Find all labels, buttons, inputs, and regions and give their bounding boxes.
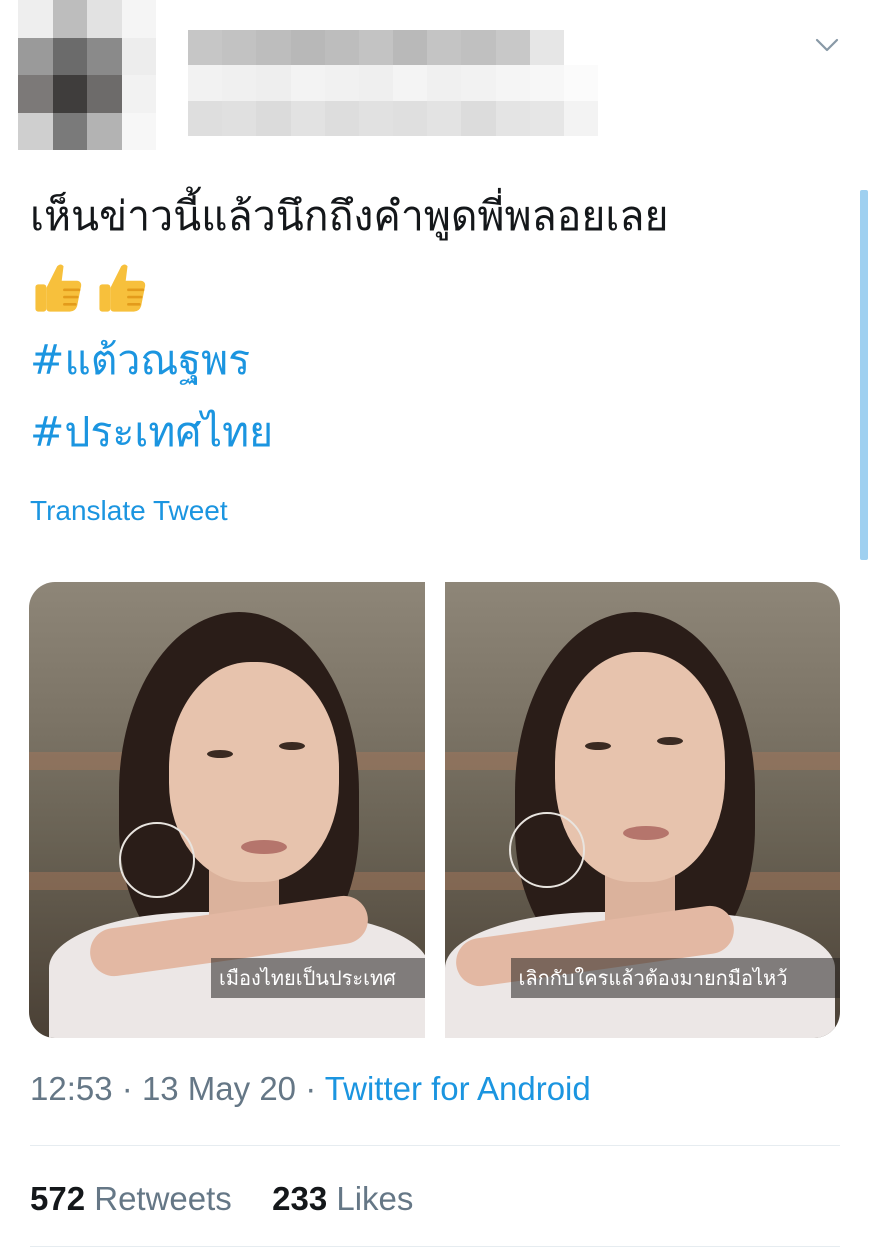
name-pixel-block bbox=[188, 100, 223, 136]
media-grid: เมืองไทยเป็นประเทศ เลิกกับใครแล้วต้องมาย… bbox=[29, 582, 840, 1038]
divider bbox=[30, 1246, 840, 1247]
name-pixel-block bbox=[461, 30, 496, 66]
avatar-pixel-block bbox=[87, 75, 122, 113]
avatar-pixel-block bbox=[52, 112, 87, 150]
name-pixel-block bbox=[427, 30, 462, 66]
name-pixel-block bbox=[324, 100, 359, 136]
avatar-pixel-block bbox=[18, 75, 53, 113]
avatar-pixel-block bbox=[121, 37, 156, 75]
tweet-header bbox=[0, 0, 869, 150]
avatar-pixel-block bbox=[121, 0, 156, 38]
avatar-pixel-block bbox=[121, 75, 156, 113]
thumbs-up-icon bbox=[99, 264, 146, 312]
separator: · bbox=[121, 1070, 133, 1107]
name-pixel-block bbox=[222, 30, 257, 66]
name-pixel-block bbox=[529, 30, 564, 66]
video-caption: เมืองไทยเป็นประเทศ bbox=[211, 958, 425, 998]
name-pixel-block bbox=[358, 30, 393, 66]
avatar-pixel-block bbox=[87, 37, 122, 75]
name-pixel-block bbox=[358, 100, 393, 136]
name-pixel-block bbox=[495, 30, 530, 66]
name-pixel-block bbox=[529, 100, 564, 136]
name-pixel-block bbox=[393, 65, 428, 101]
avatar-pixel-block bbox=[52, 37, 87, 75]
avatar-pixel-block bbox=[87, 112, 122, 150]
name-pixel-block bbox=[495, 65, 530, 101]
name-pixel-block bbox=[256, 65, 291, 101]
tweet-text: เห็นข่าวนี้แล้วนึกถึงคำพูดพี่พลอยเลย #แต… bbox=[30, 180, 845, 468]
avatar-pixel-block bbox=[18, 112, 53, 150]
author-name[interactable] bbox=[188, 30, 598, 136]
video-caption: เลิกกับใครแล้วต้องมายกมือไหว้ bbox=[510, 958, 840, 998]
scrollbar[interactable] bbox=[860, 190, 868, 560]
avatar-pixel-block bbox=[121, 112, 156, 150]
avatar[interactable] bbox=[18, 0, 156, 150]
name-pixel-block bbox=[563, 65, 598, 101]
name-pixel-block bbox=[461, 65, 496, 101]
likes-label: Likes bbox=[336, 1180, 414, 1217]
hashtag-link[interactable]: #แต้วณฐพร bbox=[30, 324, 845, 396]
hashtag-link[interactable]: #ประเทศไทย bbox=[30, 396, 845, 468]
media-image-right[interactable]: เลิกกับใครแล้วต้องมายกมือไหว้ bbox=[444, 582, 840, 1038]
tweet-stats: 572 Retweets 233 Likes bbox=[30, 1180, 413, 1218]
name-pixel-block bbox=[393, 30, 428, 66]
retweets-label: Retweets bbox=[94, 1180, 232, 1217]
name-pixel-block bbox=[290, 100, 325, 136]
tweet-time[interactable]: 12:53 bbox=[30, 1070, 113, 1107]
name-pixel-block bbox=[563, 30, 598, 66]
name-pixel-block bbox=[188, 30, 223, 66]
name-pixel-block bbox=[256, 100, 291, 136]
name-pixel-block bbox=[427, 65, 462, 101]
translate-tweet-link[interactable]: Translate Tweet bbox=[30, 495, 228, 527]
avatar-pixel-block bbox=[18, 0, 53, 38]
name-pixel-block bbox=[427, 100, 462, 136]
tweet-body: เห็นข่าวนี้แล้วนึกถึงคำพูดพี่พลอยเลย bbox=[30, 192, 669, 240]
name-pixel-block bbox=[222, 65, 257, 101]
name-pixel-block bbox=[563, 100, 598, 136]
tweet-meta: 12:53 · 13 May 20 · Twitter for Android bbox=[30, 1070, 591, 1108]
thumbs-up-icon bbox=[35, 264, 82, 312]
tweet-source-link[interactable]: Twitter for Android bbox=[325, 1070, 591, 1107]
name-pixel-block bbox=[393, 100, 428, 136]
name-pixel-block bbox=[358, 65, 393, 101]
name-pixel-block bbox=[222, 100, 257, 136]
separator: · bbox=[305, 1070, 317, 1107]
name-pixel-block bbox=[529, 65, 564, 101]
name-pixel-block bbox=[324, 30, 359, 66]
retweets-count: 572 bbox=[30, 1180, 86, 1217]
media-image-left[interactable]: เมืองไทยเป็นประเทศ bbox=[29, 582, 425, 1038]
name-pixel-block bbox=[461, 100, 496, 136]
name-pixel-block bbox=[188, 65, 223, 101]
avatar-pixel-block bbox=[18, 37, 53, 75]
name-pixel-block bbox=[324, 65, 359, 101]
likes-count: 233 bbox=[272, 1180, 328, 1217]
name-pixel-block bbox=[256, 30, 291, 66]
name-pixel-block bbox=[290, 30, 325, 66]
likes-stat[interactable]: 233 Likes bbox=[272, 1180, 413, 1217]
name-pixel-block bbox=[495, 100, 530, 136]
avatar-pixel-block bbox=[52, 75, 87, 113]
tweet-date[interactable]: 13 May 20 bbox=[142, 1070, 296, 1107]
retweets-stat[interactable]: 572 Retweets bbox=[30, 1180, 241, 1217]
chevron-down-icon[interactable] bbox=[812, 30, 842, 60]
emoji-row bbox=[30, 252, 845, 324]
name-pixel-block bbox=[290, 65, 325, 101]
avatar-pixel-block bbox=[52, 0, 87, 38]
avatar-pixel-block bbox=[87, 0, 122, 38]
divider bbox=[30, 1145, 840, 1146]
